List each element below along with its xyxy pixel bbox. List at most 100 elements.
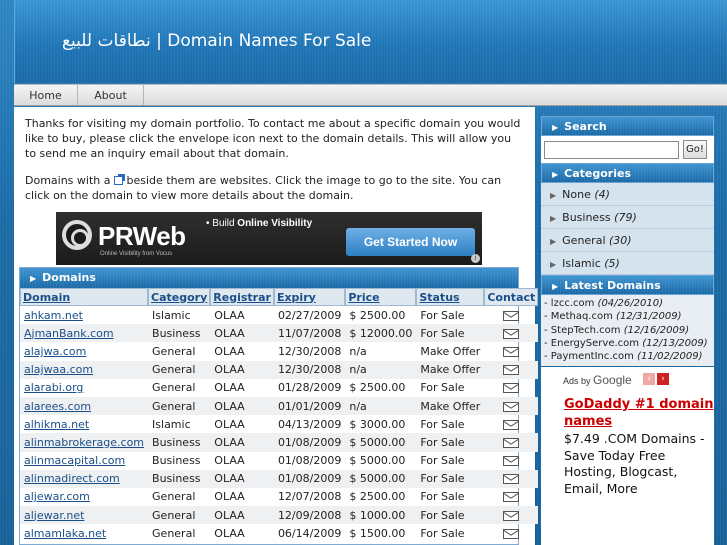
- domain-cell[interactable]: AjmanBank.com: [20, 324, 149, 343]
- ads-prev-icon[interactable]: ‹: [643, 373, 655, 385]
- domain-link[interactable]: alinmacapital.com: [24, 454, 125, 467]
- domain-link[interactable]: aljewar.net: [24, 509, 84, 522]
- latest-domain-link[interactable]: lzcc.com: [551, 298, 595, 309]
- contact-cell[interactable]: [484, 379, 538, 397]
- domain-cell[interactable]: alinmabrokerage.com: [20, 433, 149, 452]
- domain-cell[interactable]: alhikma.net: [20, 415, 148, 433]
- envelope-icon[interactable]: [503, 528, 520, 539]
- domain-link[interactable]: alhikma.net: [24, 418, 89, 431]
- domain-link[interactable]: almamlaka.net: [24, 527, 106, 540]
- contact-cell[interactable]: [484, 469, 539, 488]
- domain-link[interactable]: alajwa.com: [24, 345, 86, 358]
- column-header-price[interactable]: Price: [345, 288, 417, 306]
- domain-cell[interactable]: alarabi.org: [20, 379, 148, 397]
- ads-by-google[interactable]: Ads by Google: [563, 373, 632, 387]
- domain-link[interactable]: alarees.com: [24, 400, 91, 413]
- domain-link[interactable]: alarabi.org: [24, 381, 83, 394]
- envelope-icon[interactable]: [503, 401, 520, 412]
- category-item-islamic[interactable]: ▶ Islamic (5): [541, 252, 714, 275]
- search-input[interactable]: [544, 140, 679, 159]
- contact-cell[interactable]: [484, 433, 539, 452]
- domain-link[interactable]: ahkam.net: [24, 309, 83, 322]
- contact-cell[interactable]: [484, 324, 539, 343]
- category-item-business[interactable]: ▶ Business (79): [541, 206, 714, 229]
- domain-link[interactable]: alajwaa.com: [24, 363, 93, 376]
- table-row: alhikma.net Islamic OLAA 04/13/2009 $ 3000.0…: [20, 415, 538, 433]
- ad-title-link[interactable]: GoDaddy #1 domain names: [564, 396, 714, 430]
- domain-cell[interactable]: alajwaa.com: [20, 360, 149, 379]
- domain-cell[interactable]: aljewar.com: [20, 488, 148, 506]
- registrar-cell: OLAA: [210, 324, 274, 343]
- status-cell: For Sale: [416, 433, 485, 452]
- contact-cell[interactable]: [484, 360, 539, 379]
- arrow-right-icon: ▶: [552, 170, 559, 179]
- envelope-icon[interactable]: [503, 456, 520, 467]
- contact-cell[interactable]: [484, 306, 538, 324]
- column-header-category[interactable]: Category: [148, 288, 211, 306]
- contact-cell[interactable]: [484, 524, 538, 542]
- latest-domain-link[interactable]: PaymentInc.com: [551, 351, 634, 362]
- banner-get-started-button[interactable]: Get Started Now: [346, 228, 475, 256]
- column-header-contact[interactable]: Contact: [484, 288, 539, 306]
- latest-domain-link[interactable]: StepTech.com: [551, 325, 621, 336]
- envelope-icon[interactable]: [503, 383, 520, 394]
- price-cell: $ 2500.00: [349, 490, 406, 504]
- site-title[interactable]: نطاقات للبيع | Domain Names For Sale: [62, 31, 371, 51]
- contact-cell[interactable]: [484, 342, 538, 360]
- contact-cell[interactable]: [484, 415, 538, 433]
- prweb-banner-ad[interactable]: PRWeb Online Visibility from Vocus • Bui…: [56, 212, 482, 265]
- domain-cell[interactable]: alinmadirect.com: [20, 469, 149, 488]
- domain-cell[interactable]: alinmacapital.com: [20, 452, 148, 470]
- envelope-icon[interactable]: [503, 419, 520, 430]
- table-row: alinmacapital.com Business OLAA 01/08/2009 $…: [20, 452, 538, 470]
- expiry-cell: 01/08/2009: [273, 433, 346, 452]
- table-row: AjmanBank.com Business OLAA 11/07/2008 $ 120…: [20, 324, 539, 343]
- nav-about[interactable]: About: [78, 85, 144, 105]
- status-cell: For Sale: [420, 381, 465, 395]
- domain-cell[interactable]: alajwa.com: [20, 342, 148, 360]
- contact-cell[interactable]: [484, 396, 539, 416]
- latest-domain-link[interactable]: Methaq.com: [551, 311, 613, 322]
- envelope-icon[interactable]: [503, 492, 520, 503]
- envelope-icon[interactable]: [503, 346, 520, 357]
- domain-link[interactable]: aljewar.com: [24, 490, 90, 503]
- domain-link[interactable]: alinmabrokerage.com: [24, 436, 144, 449]
- contact-cell[interactable]: [484, 488, 538, 506]
- category-item-none[interactable]: ▶ None (4): [541, 183, 714, 206]
- envelope-icon[interactable]: [503, 328, 520, 339]
- intro-paragraph-1: Thanks for visiting my domain portfolio.…: [25, 117, 521, 160]
- latest-domain-date: (11/02/2009): [637, 351, 703, 363]
- registrar-cell: OLAA: [210, 396, 274, 416]
- category-cell: Business: [148, 469, 211, 488]
- envelope-icon[interactable]: [503, 474, 520, 485]
- status-cell: For Sale: [416, 324, 485, 343]
- category-cell: Business: [148, 324, 211, 343]
- table-row: almamlaka.net General OLAA 06/14/2009 $ 1500…: [20, 524, 538, 542]
- expiry-cell: 02/27/2009: [277, 308, 342, 322]
- column-header-registrar[interactable]: Registrar: [210, 288, 274, 306]
- column-header-status[interactable]: Status: [416, 288, 485, 306]
- latest-domain-link[interactable]: EnergyServe.com: [551, 338, 639, 349]
- ad-info-icon[interactable]: i: [471, 254, 480, 263]
- domain-cell[interactable]: aljewar.net: [20, 506, 149, 525]
- search-go-button[interactable]: Go!: [683, 140, 707, 159]
- domain-cell[interactable]: ahkam.net: [20, 306, 148, 324]
- column-header-expiry[interactable]: Expiry: [273, 288, 346, 306]
- envelope-icon[interactable]: [503, 510, 520, 521]
- category-item-general[interactable]: ▶ General (30): [541, 229, 714, 252]
- domain-cell[interactable]: almamlaka.net: [20, 524, 148, 542]
- domain-cell[interactable]: alarees.com: [20, 396, 149, 416]
- envelope-icon[interactable]: [503, 310, 520, 321]
- contact-cell[interactable]: [484, 452, 538, 470]
- ads-next-icon[interactable]: ›: [657, 373, 669, 385]
- main-content: Thanks for visiting my domain portfolio.…: [14, 107, 539, 545]
- column-header-domain[interactable]: Domain: [20, 288, 149, 306]
- domain-link[interactable]: AjmanBank.com: [24, 327, 114, 340]
- envelope-icon[interactable]: [503, 437, 520, 448]
- ad-text: $7.49 .COM Domains - Save Today Free Hos…: [564, 431, 705, 496]
- contact-cell[interactable]: [484, 506, 539, 525]
- domain-link[interactable]: alinmadirect.com: [24, 472, 120, 485]
- google-logo: Google: [593, 373, 632, 387]
- nav-home[interactable]: Home: [14, 85, 78, 105]
- envelope-icon[interactable]: [503, 365, 520, 376]
